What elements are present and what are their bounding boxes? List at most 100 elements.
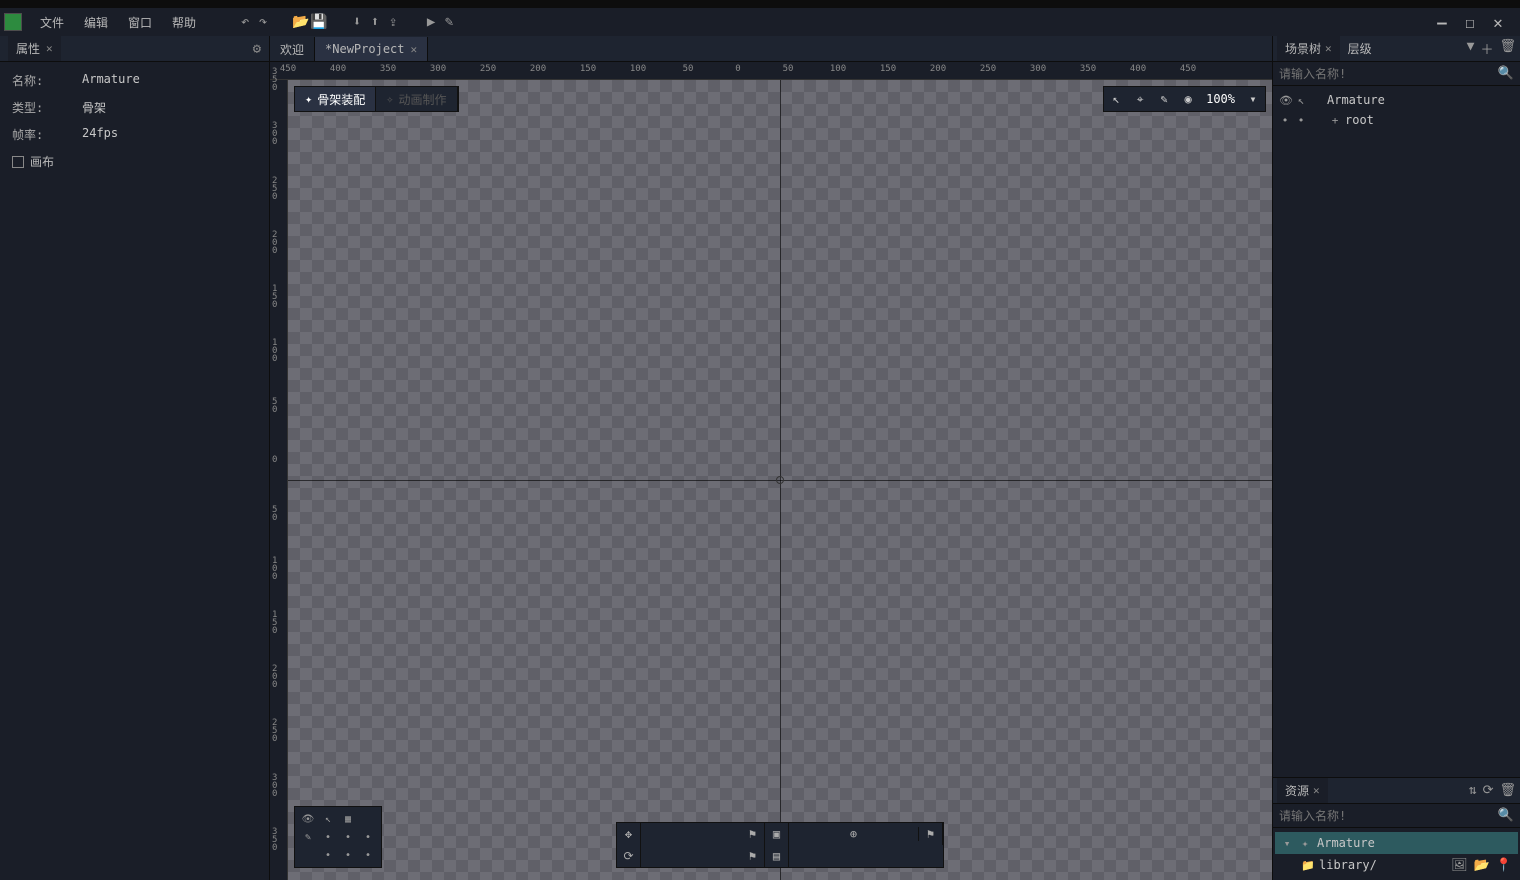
zoom-dropdown-icon[interactable]: ▾ [1241,87,1265,111]
prop-name-value[interactable]: Armature [82,72,140,89]
display-options-panel: 👁 ↖ ▦ ✎ • • • • • • [294,806,382,868]
tab-welcome[interactable]: 欢迎 [270,37,315,61]
blank-btn[interactable] [359,811,377,827]
dot-btn[interactable]: • [339,829,357,845]
close-button[interactable]: ✕ [1488,12,1508,32]
flag-end-icon[interactable]: ⚑ [919,823,943,845]
edit-icon[interactable]: ✎ [440,13,458,31]
open-folder-icon[interactable]: 📂 [292,13,310,31]
dot-btn[interactable]: • [359,847,377,863]
resource-tab[interactable]: 资源 ✕ [1277,778,1328,803]
mode-rig-label: 骨架装配 [317,91,365,108]
filter-icon[interactable]: ▼ [1467,39,1475,58]
resource-row-armature[interactable]: ▾ ✦ Armature [1275,832,1518,854]
dot-btn[interactable]: • [359,829,377,845]
trash-icon[interactable]: 🗑 [1499,783,1516,798]
search-icon[interactable]: 🔍 [1498,66,1514,81]
eye-icon[interactable]: 👁 [1279,94,1291,107]
move-icon[interactable]: ✥ [617,823,641,845]
cursor-icon[interactable]: ↖ [319,811,337,827]
zoom-value[interactable]: 100% [1200,92,1241,106]
layer-tab[interactable]: 层级 [1340,36,1380,61]
mode-anim-button[interactable]: ✧ 动画制作 [376,87,457,111]
dot-btn[interactable]: • [319,847,337,863]
undo-icon[interactable]: ↶ [236,13,254,31]
menu-edit[interactable]: 编辑 [74,10,118,35]
align-icon[interactable]: ▤ [765,845,789,867]
preview-icon[interactable]: ▶ [422,13,440,31]
browser-tab-strip [0,0,1520,8]
maximize-button[interactable]: ☐ [1460,12,1480,32]
globe-icon[interactable]: ◉ [1176,87,1200,111]
panel-settings-icon[interactable]: ⚙ [253,41,261,57]
cursor-icon[interactable]: ↖ [1295,94,1307,107]
flag-icon[interactable]: ⚑ [741,845,765,867]
grid-icon[interactable]: ▦ [339,811,357,827]
snap-icon[interactable]: ⊕ [850,827,857,841]
locate-icon[interactable]: 📂 [1474,858,1490,873]
flag-icon[interactable]: ⚑ [741,823,765,845]
prop-fps-value[interactable]: 24fps [82,126,118,143]
scene-search-input[interactable] [1279,67,1498,81]
trash-icon[interactable]: 🗑 [1499,39,1516,58]
tree-row-root[interactable]: • • + root [1275,110,1518,130]
menu-window[interactable]: 窗口 [118,10,162,35]
transform-panel: ✥ ⚑ ▣ ⊕ ⚑ ⟳ ⚑ ▤ [616,822,944,868]
canvas-checkbox[interactable] [12,156,24,168]
import-icon[interactable]: ⬇ [348,13,366,31]
close-icon[interactable]: ✕ [46,42,53,55]
pin-icon[interactable]: 📍 [1496,858,1512,873]
scene-tree: 👁 ↖ Armature • • + root [1273,86,1520,777]
layer-tab-label: 层级 [1348,40,1372,57]
chevron-down-icon[interactable]: ▾ [1281,837,1293,850]
search-icon[interactable]: 🔍 [1498,808,1514,823]
rotate-icon[interactable]: ⟳ [617,845,641,867]
tab-project[interactable]: *NewProject ✕ [315,37,428,61]
properties-panel: 属性 ✕ ⚙ 名称: Armature 类型: 骨架 帧率: 24fps [0,36,270,880]
refresh-icon[interactable]: ⟳ [1483,783,1494,798]
close-icon[interactable]: ✕ [1313,784,1320,797]
editor-area: 欢迎 *NewProject ✕ 45040035030025020015010… [270,36,1272,880]
dot-btn[interactable]: • [319,829,337,845]
run-icon: ✧ [386,92,393,106]
dot-icon[interactable]: • [1295,114,1307,127]
properties-tab[interactable]: 属性 ✕ [8,36,61,61]
right-panel: 场景树 ✕ 层级 ▼ ＋ 🗑 🔍 👁 ↖ [1272,36,1520,880]
share-icon[interactable]: ⇪ [384,13,402,31]
brush-icon[interactable]: ✎ [1152,87,1176,111]
mode-rig-button[interactable]: ✦ 骨架装配 [295,87,376,111]
canvas[interactable]: ✦ 骨架装配 ✧ 动画制作 ↖ ⌖ ✎ ◉ [288,80,1272,880]
prop-type-value: 骨架 [82,99,106,116]
visibility-icon[interactable]: 👁 [299,811,317,827]
dot-icon[interactable]: • [1279,114,1291,127]
import-image-icon[interactable]: 🖼 [1451,858,1468,873]
save-icon[interactable]: 💾 [310,13,328,31]
window-icon[interactable]: ▣ [765,823,789,845]
resource-search-input[interactable] [1279,809,1498,823]
resource-armature-label: Armature [1317,836,1375,850]
menu-file[interactable]: 文件 [30,10,74,35]
blank-btn[interactable] [299,847,317,863]
resource-row-library[interactable]: 📁 library/ 🖼 📂 📍 [1275,854,1518,876]
tab-welcome-label: 欢迎 [280,41,304,58]
redo-icon[interactable]: ↷ [254,13,272,31]
sort-icon[interactable]: ⇅ [1469,783,1477,798]
target-icon[interactable]: ⌖ [1128,87,1152,111]
close-icon[interactable]: ✕ [411,43,418,56]
tree-row-armature[interactable]: 👁 ↖ Armature [1275,90,1518,110]
minimize-button[interactable]: — [1432,12,1452,32]
export-icon[interactable]: ⬆ [366,13,384,31]
close-icon[interactable]: ✕ [1325,42,1332,55]
pen-icon[interactable]: ✎ [299,829,317,845]
resource-tab-label: 资源 [1285,782,1309,799]
dot-btn[interactable]: • [339,847,357,863]
prop-type-label: 类型: [12,99,82,116]
scene-tree-tab[interactable]: 场景树 ✕ [1277,36,1340,61]
select-tool-icon[interactable]: ↖ [1104,87,1128,111]
ruler-horizontal: 4504003503002502001501005005010015020025… [270,62,1272,80]
resource-panel: 资源 ✕ ⇅ ⟳ 🗑 🔍 ▾ ✦ [1273,777,1520,880]
main-menu: 文件 编辑 窗口 帮助 [30,10,206,35]
add-icon[interactable]: ＋ [1480,39,1493,58]
origin-marker [776,476,784,484]
menu-help[interactable]: 帮助 [162,10,206,35]
